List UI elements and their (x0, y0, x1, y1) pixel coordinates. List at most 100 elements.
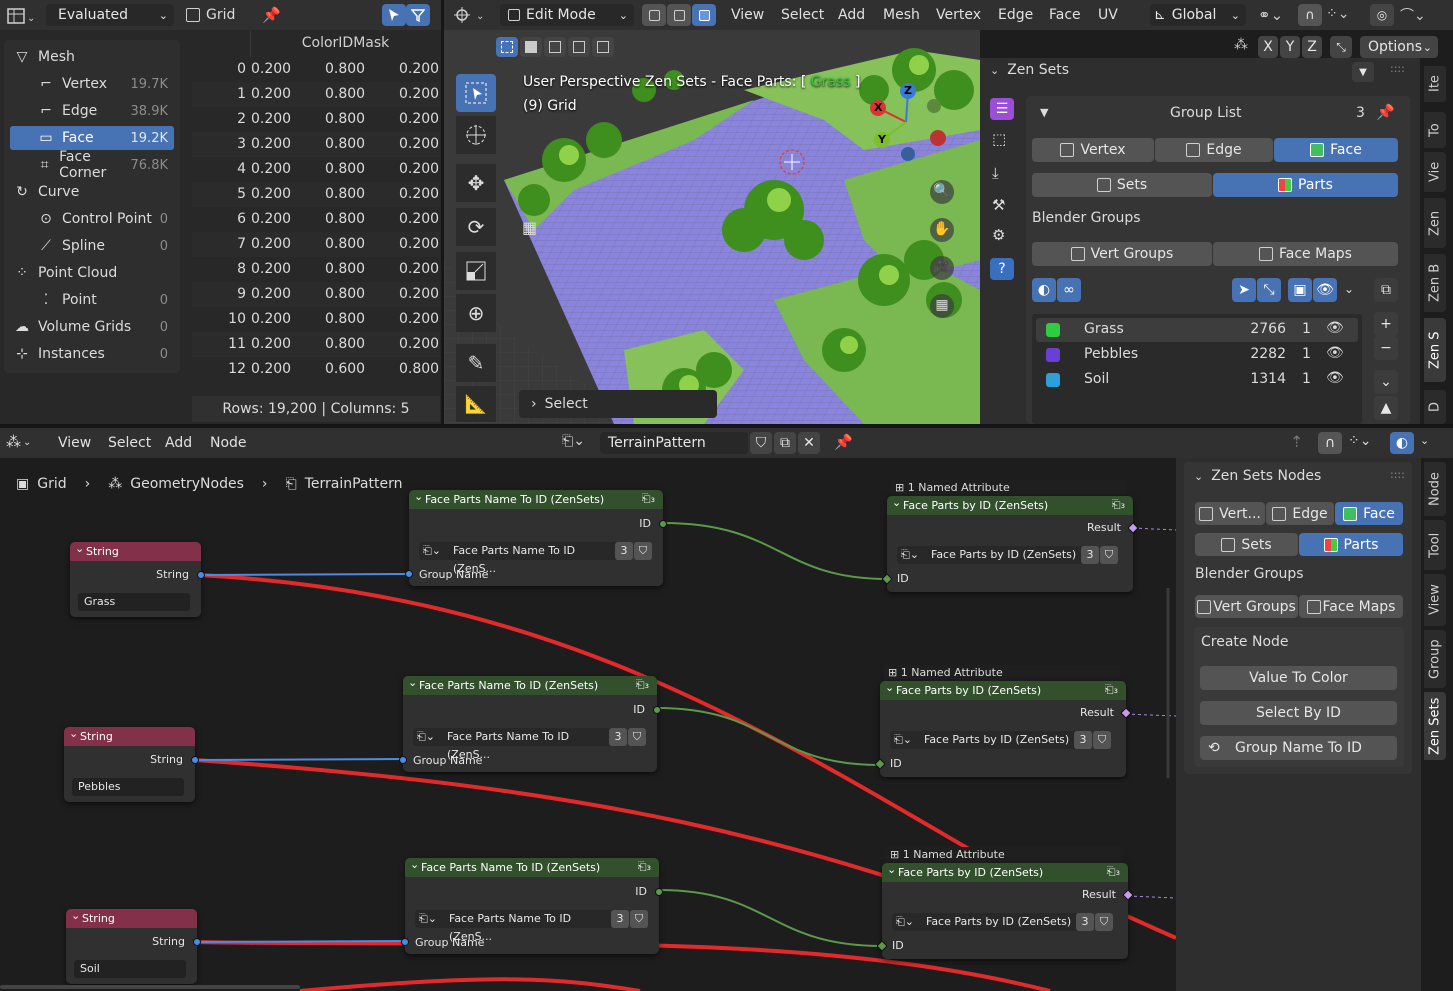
zen-mode-edge[interactable]: Edge (1155, 138, 1273, 162)
last-operator-panel[interactable]: › Select (519, 390, 717, 418)
group-row-pebbles[interactable]: Pebbles 2282 1 👁 (1036, 343, 1358, 367)
tree-item-edge[interactable]: ⌐ Edge 38.9K (10, 99, 174, 123)
remove-group-button[interactable]: − (1374, 336, 1398, 360)
auto-select-toggle[interactable]: ➤ (1232, 278, 1256, 302)
sidebar-tab-4[interactable]: Zen B (1424, 254, 1446, 312)
tool-rotate[interactable]: ⟳ (456, 208, 496, 246)
node-tree-type-icon[interactable]: ⎗⌄ (562, 433, 585, 449)
node-group-selector[interactable]: Face Parts by ID (ZenSets) (897, 546, 1085, 564)
select-by-id-button[interactable]: Select By ID (1200, 701, 1397, 725)
face-parts-name-to-id-node[interactable]: Face Parts Name To ID (ZenSets) ⎗₃ ID Fa… (399, 673, 661, 772)
group-row-soil[interactable]: Soil 1314 1 👁 (1036, 368, 1358, 392)
editor-type-button[interactable]: ⁂ ⌄ (6, 433, 31, 451)
ortho-grid-icon[interactable]: ▦ (930, 294, 954, 318)
node-menu-add[interactable]: Add (165, 428, 192, 458)
select-invert-button[interactable] (568, 37, 590, 57)
pivot-point-icon[interactable]: ⚭⌄ (1258, 6, 1283, 24)
node-group-selector[interactable]: Face Parts by ID (ZenSets) (892, 913, 1080, 931)
evaluation-mode-dropdown[interactable]: Evaluated ⌄ (46, 4, 174, 26)
zen-mode-face[interactable]: Face (1274, 138, 1398, 162)
menu-select[interactable]: Select (781, 0, 824, 30)
shield-icon[interactable]: ⛉ (1100, 546, 1118, 564)
auto-zoom-toggle[interactable]: ⤡ (1257, 278, 1281, 302)
options-dropdown[interactable]: Options ⌄ (1360, 36, 1438, 58)
group-color-swatch[interactable] (1046, 373, 1060, 387)
node-group-selector[interactable]: Face Parts Name To ID (ZenS... (413, 728, 615, 761)
auto-merge-toggle[interactable]: ⤡ (1330, 36, 1352, 58)
id-output-socket[interactable] (655, 888, 663, 896)
duplicate-tree-button[interactable]: ⧉ (774, 432, 796, 454)
node-group-selector[interactable]: Face Parts Name To ID (ZenS... (419, 542, 621, 575)
group-name-input-socket[interactable] (401, 938, 409, 946)
display-mode-toggle[interactable]: ▣ (1288, 278, 1312, 302)
mirror-z-toggle[interactable]: Z (1302, 36, 1322, 58)
zen-node-mode-face[interactable]: Face (1335, 502, 1403, 525)
zen-parts-mode[interactable]: Parts (1213, 173, 1398, 197)
string-value-field[interactable]: Grass (78, 593, 190, 611)
face-parts-by-id-node[interactable]: Face Parts by ID (ZenSets) ⎗₃ Result Fac… (881, 493, 1139, 592)
menu-add[interactable]: Add (838, 0, 865, 30)
mirror-x-toggle[interactable]: X (1258, 36, 1278, 58)
tree-item-point[interactable]: ⁚ Point 0 (10, 288, 174, 312)
face-parts-name-to-id-node[interactable]: Face Parts Name To ID (ZenSets) ⎗₃ ID Fa… (405, 487, 667, 586)
pin-icon[interactable]: 📌 (834, 433, 853, 451)
zen-node-vert-groups[interactable]: Vert Groups (1195, 595, 1298, 618)
navigation-gizmo[interactable]: X Z Y (868, 82, 948, 162)
tree-item-vertex[interactable]: ⌐ Vertex 19.7K (10, 72, 174, 96)
drag-handle-icon[interactable]: :::: (1390, 468, 1405, 481)
node-group-selector[interactable]: Face Parts by ID (ZenSets) (890, 731, 1078, 749)
tool-cursor[interactable] (456, 116, 496, 154)
tree-item-instances[interactable]: ⊹ Instances 0 (10, 342, 174, 366)
table-row[interactable]: 5 0.200 0.800 0.200 (192, 182, 440, 207)
string-node[interactable]: String String Soil (66, 906, 201, 984)
table-row[interactable]: 7 0.200 0.800 0.200 (192, 232, 440, 257)
face-parts-by-id-node[interactable]: Face Parts by ID (ZenSets) ⎗₃ Result Fac… (876, 860, 1134, 959)
tree-item-curve[interactable]: ↻ Curve (10, 180, 174, 204)
node-menu-view[interactable]: View (58, 428, 91, 458)
sidebar-tab-1[interactable]: To (1424, 112, 1446, 148)
group-color-swatch[interactable] (1046, 323, 1060, 337)
sidebar-tab-5[interactable]: Zen S (1424, 318, 1446, 382)
eye-icon[interactable]: 👁 (1326, 370, 1344, 386)
menu-face[interactable]: Face (1049, 0, 1081, 30)
table-row[interactable]: 9 0.200 0.800 0.200 (192, 282, 440, 307)
editor-type-button[interactable]: ⌄ (452, 5, 488, 25)
tools-tab-icon[interactable]: ⚒ (992, 196, 1005, 214)
node-sidebar-tab-4[interactable]: Zen Sets (1424, 692, 1446, 760)
table-row[interactable]: 8 0.200 0.800 0.200 (192, 257, 440, 282)
tree-item-face[interactable]: ▭ Face 19.2K (10, 126, 174, 150)
vertex-select-mode[interactable] (642, 4, 666, 26)
drag-handle-icon[interactable]: :::: (1390, 62, 1405, 75)
parent-tree-icon[interactable]: ⇡ (1290, 432, 1303, 451)
mode-dropdown[interactable]: Edit Mode ⌄ (500, 4, 634, 26)
filter-toggle[interactable] (406, 4, 430, 26)
sidebar-tab-0[interactable]: Ite (1424, 66, 1446, 102)
eye-icon[interactable]: 👁 (1326, 345, 1344, 361)
group-row-grass[interactable]: Grass 2766 1 👁 (1036, 318, 1358, 342)
tree-item-spline[interactable]: ⟋ Spline 0 (10, 234, 174, 258)
shield-icon[interactable]: ⛉ (630, 910, 648, 928)
string-node[interactable]: String String Pebbles (64, 724, 199, 802)
settings-tab-icon[interactable]: ⚙ (992, 226, 1005, 244)
table-row[interactable]: 3 0.200 0.800 0.200 (192, 132, 440, 157)
tool-measure[interactable]: 📐 (456, 386, 496, 422)
visibility-toggle[interactable]: 👁 (1313, 278, 1337, 302)
shield-icon[interactable]: ⛉ (1095, 913, 1113, 931)
zen-node-parts-mode[interactable]: Parts (1299, 533, 1403, 556)
sidebar-tab-2[interactable]: Vie (1424, 152, 1446, 192)
horizontal-scrollbar[interactable] (0, 985, 300, 989)
pin-icon[interactable]: 📌 (1376, 103, 1395, 121)
node-menu-node[interactable]: Node (210, 428, 247, 458)
table-row[interactable]: 6 0.200 0.800 0.200 (192, 207, 440, 232)
tool-move[interactable]: ✥ (456, 164, 496, 202)
zen-sets-mode[interactable]: Sets (1032, 173, 1212, 197)
transform-orientation-dropdown[interactable]: ⊾ Global ⌄ (1150, 4, 1246, 26)
unlink-tree-button[interactable]: ✕ (798, 432, 820, 454)
proportional-edit-toggle[interactable]: ◎ (1370, 4, 1394, 26)
menu-edge[interactable]: Edge (998, 0, 1033, 30)
chevron-down-icon[interactable]: ⌄ (1344, 282, 1354, 296)
group-name-input-socket[interactable] (405, 570, 413, 578)
node-menu-select[interactable]: Select (108, 428, 151, 458)
tree-item-face-corner[interactable]: ⌗ Face Corner 76.8K (10, 149, 174, 181)
move-up-button[interactable]: ▲ (1374, 396, 1398, 420)
